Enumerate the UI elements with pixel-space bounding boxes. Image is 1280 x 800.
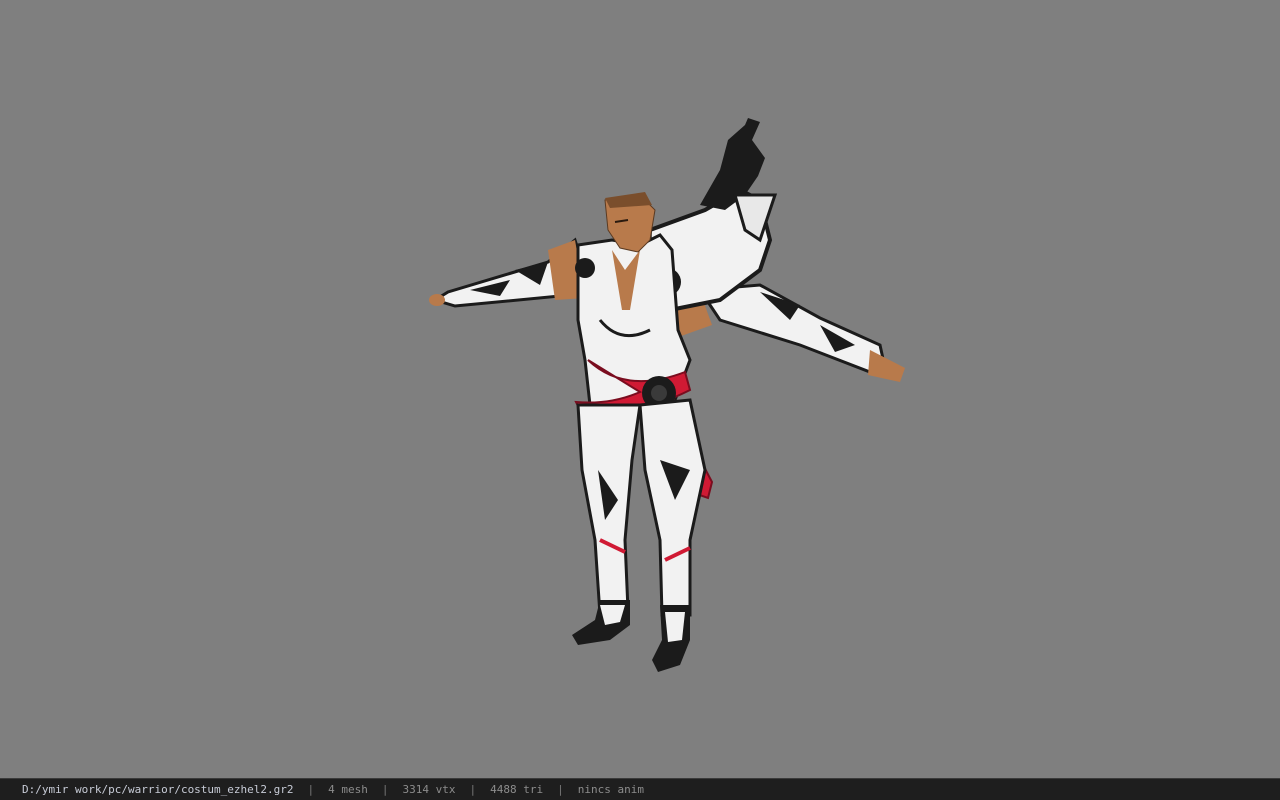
animation-status-label: nincs anim (577, 783, 644, 796)
status-separator: | (307, 783, 315, 796)
file-path-label: D:/ymir work/pc/warrior/costum_ezhel2.gr… (22, 783, 294, 796)
mesh-count-label: 4 mesh (328, 783, 368, 796)
vertex-count-label: 3314 vtx (402, 783, 456, 796)
status-bar: D:/ymir work/pc/warrior/costum_ezhel2.gr… (0, 778, 1280, 800)
character-model[interactable] (0, 0, 1280, 778)
status-separator: | (469, 783, 477, 796)
boots (572, 600, 690, 672)
3d-viewport[interactable] (0, 0, 1280, 778)
legs (576, 398, 707, 617)
triangle-count-label: 4488 tri (490, 783, 544, 796)
status-separator: | (381, 783, 389, 796)
status-separator: | (557, 783, 564, 796)
left-arm (429, 237, 585, 308)
